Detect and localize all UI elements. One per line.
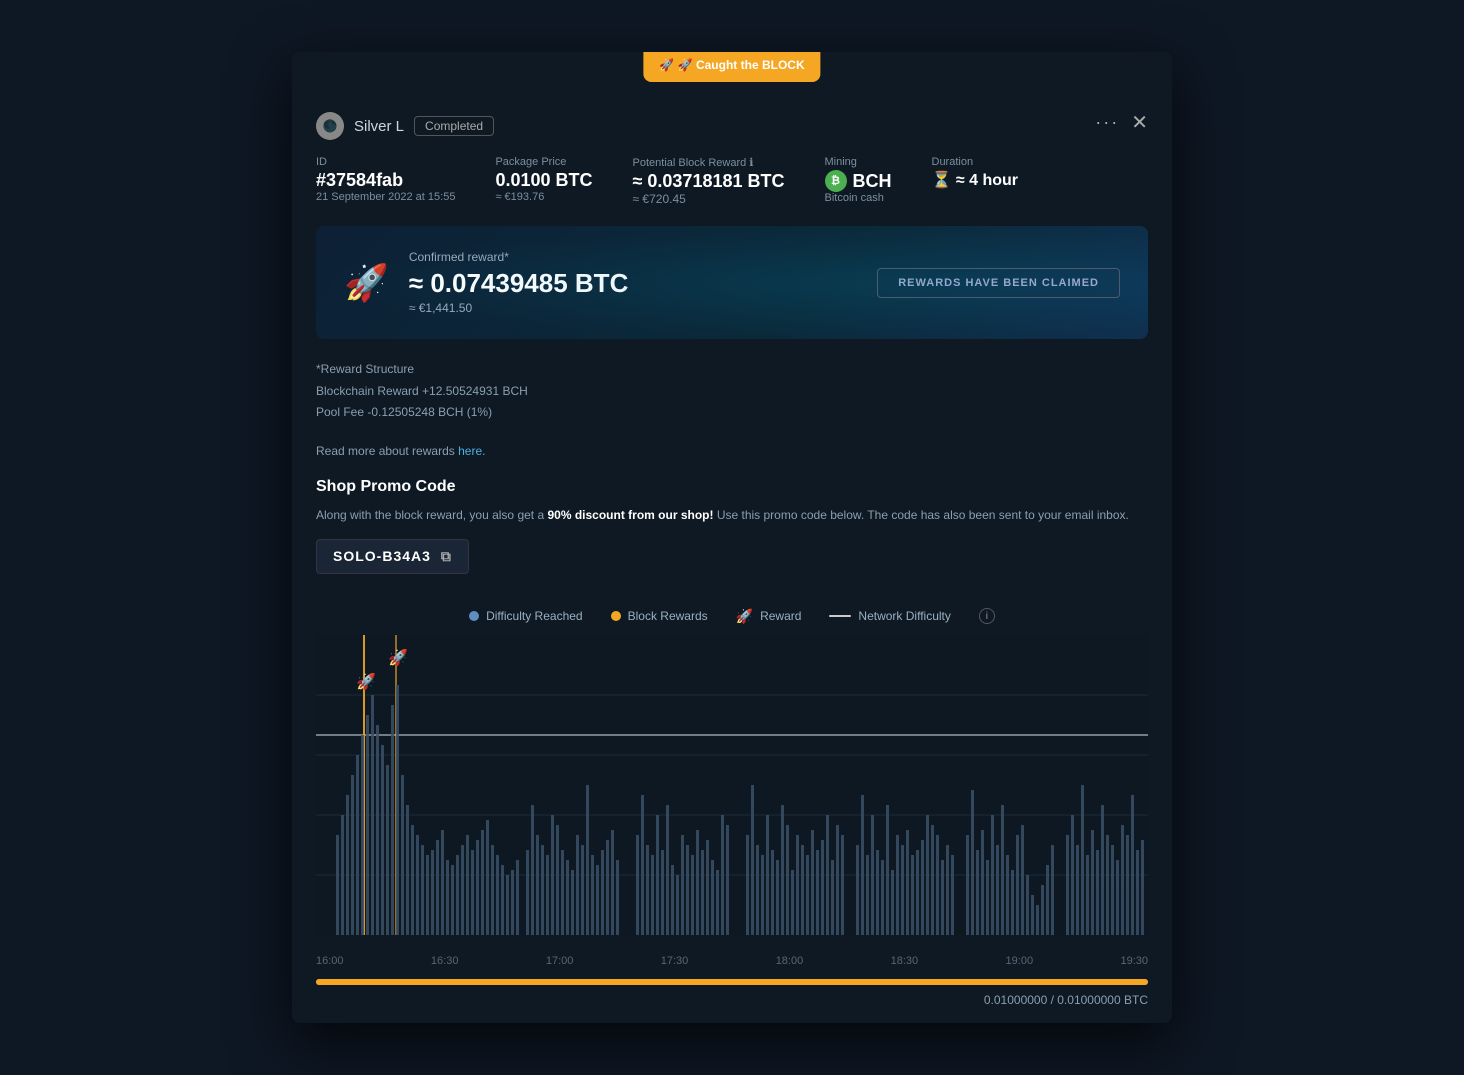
more-options-button[interactable]: ···	[1095, 112, 1119, 133]
close-button[interactable]: ✕	[1131, 113, 1148, 133]
chart-info-icon[interactable]: i	[979, 608, 995, 624]
modal-header: 🌑 Silver L Completed ··· ✕	[292, 88, 1172, 140]
block-rewards-dot	[611, 611, 621, 621]
time-1600: 16:00	[316, 955, 344, 967]
modal-meta: ID #37584fab 21 September 2022 at 15:55 …	[292, 140, 1172, 226]
copy-icon[interactable]: ⧉	[441, 548, 452, 565]
meta-package-price: Package Price 0.0100 BTC ≈ €193.76	[495, 156, 592, 206]
bch-icon: ₿	[825, 170, 847, 192]
confirmed-reward-btc: ≈ 0.07439485 BTC	[409, 268, 629, 299]
id-label: ID	[316, 156, 455, 168]
caught-block-text: 🚀 Caught the BLOCK	[678, 58, 805, 72]
potential-reward-value: ≈ 0.03718181 BTC	[633, 171, 785, 192]
chart-times: 16:00 16:30 17:00 17:30 18:00 18:30 19:0…	[292, 951, 1172, 979]
status-badge: Completed	[414, 116, 494, 136]
duration-value: ⏳ ≈ 4 hour	[932, 170, 1019, 190]
meta-duration: Duration ⏳ ≈ 4 hour	[932, 156, 1019, 206]
network-difficulty-line	[829, 615, 851, 617]
legend-network-difficulty: Network Difficulty	[829, 609, 950, 623]
mining-full-name: Bitcoin cash	[825, 192, 892, 204]
time-1730: 17:30	[661, 955, 689, 967]
reward-left: 🚀 Confirmed reward* ≈ 0.07439485 BTC ≈ €…	[344, 250, 628, 315]
header-actions: ··· ✕	[1095, 112, 1148, 133]
time-1900: 19:00	[1006, 955, 1034, 967]
time-1800: 18:00	[776, 955, 804, 967]
reward-structure: *Reward Structure Blockchain Reward +12.…	[292, 359, 1172, 440]
meta-id: ID #37584fab 21 September 2022 at 15:55	[316, 156, 455, 206]
meta-mining: Mining ₿ BCH Bitcoin cash	[825, 156, 892, 206]
reward-banner: 🚀 Confirmed reward* ≈ 0.07439485 BTC ≈ €…	[316, 226, 1148, 339]
confirmed-reward-label: Confirmed reward*	[409, 250, 629, 264]
package-price-eur: ≈ €193.76	[495, 191, 592, 203]
mining-label: Mining	[825, 156, 892, 168]
reward-rocket-icon: 🚀	[736, 608, 753, 625]
duration-label: Duration	[932, 156, 1019, 168]
meta-potential-reward: Potential Block Reward ℹ ≈ 0.03718181 BT…	[633, 156, 785, 206]
chart-area: 🚀 🚀	[316, 635, 1148, 935]
time-1830: 18:30	[891, 955, 919, 967]
package-price-label: Package Price	[495, 156, 592, 168]
read-more-link[interactable]: here.	[458, 444, 485, 458]
promo-section: Shop Promo Code Along with the block rew…	[292, 478, 1172, 598]
mining-coin-name: BCH	[853, 171, 892, 192]
id-value: #37584fab	[316, 170, 455, 191]
promo-code-text: SOLO-B34A3	[333, 548, 431, 564]
avatar: 🌑	[316, 112, 344, 140]
time-1630: 16:30	[431, 955, 459, 967]
rocket-big-icon: 🚀	[344, 262, 389, 304]
username: Silver L	[354, 118, 404, 135]
confirmed-reward-eur: ≈ €1,441.50	[409, 301, 629, 315]
reward-structure-title: *Reward Structure	[316, 359, 1148, 381]
legend-reward: 🚀 Reward	[736, 608, 802, 625]
id-date: 21 September 2022 at 15:55	[316, 191, 455, 203]
promo-desc: Along with the block reward, you also ge…	[316, 506, 1148, 525]
modal-dialog: 🚀 🚀 Caught the BLOCK 🌑 Silver L Complete…	[292, 52, 1172, 1023]
time-1930: 19:30	[1120, 955, 1148, 967]
rocket-icon: 🚀	[659, 58, 674, 72]
time-1700: 17:00	[546, 955, 574, 967]
hourglass-icon: ⏳	[932, 172, 952, 189]
progress-label: 0.01000000 / 0.01000000 BTC	[292, 985, 1172, 1023]
difficulty-reached-dot	[469, 611, 479, 621]
blockchain-reward: Blockchain Reward +12.50524931 BCH	[316, 381, 1148, 403]
package-price-value: 0.0100 BTC	[495, 170, 592, 191]
reward-info: Confirmed reward* ≈ 0.07439485 BTC ≈ €1,…	[409, 250, 629, 315]
read-more-text: Read more about rewards	[316, 444, 455, 458]
legend-block-rewards: Block Rewards	[611, 609, 708, 623]
promo-title: Shop Promo Code	[316, 478, 1148, 496]
pool-fee: Pool Fee -0.12505248 BCH (1%)	[316, 402, 1148, 424]
user-info: 🌑 Silver L Completed	[316, 112, 494, 140]
claimed-button[interactable]: REWARDS HAVE BEEN CLAIMED	[877, 268, 1120, 298]
legend-difficulty-reached: Difficulty Reached	[469, 609, 583, 623]
potential-reward-label: Potential Block Reward ℹ	[633, 156, 785, 169]
potential-reward-eur: ≈ €720.45	[633, 192, 785, 206]
mining-coin: ₿ BCH	[825, 170, 892, 192]
read-more: Read more about rewards here.	[292, 440, 1172, 478]
caught-block-badge: 🚀 🚀 Caught the BLOCK	[643, 52, 820, 82]
svg-text:🚀: 🚀	[388, 648, 408, 667]
chart-svg: 🚀 🚀	[316, 635, 1148, 935]
chart-legend: Difficulty Reached Block Rewards 🚀 Rewar…	[292, 598, 1172, 635]
svg-text:🚀: 🚀	[356, 672, 376, 691]
promo-code-box: SOLO-B34A3 ⧉	[316, 539, 469, 574]
